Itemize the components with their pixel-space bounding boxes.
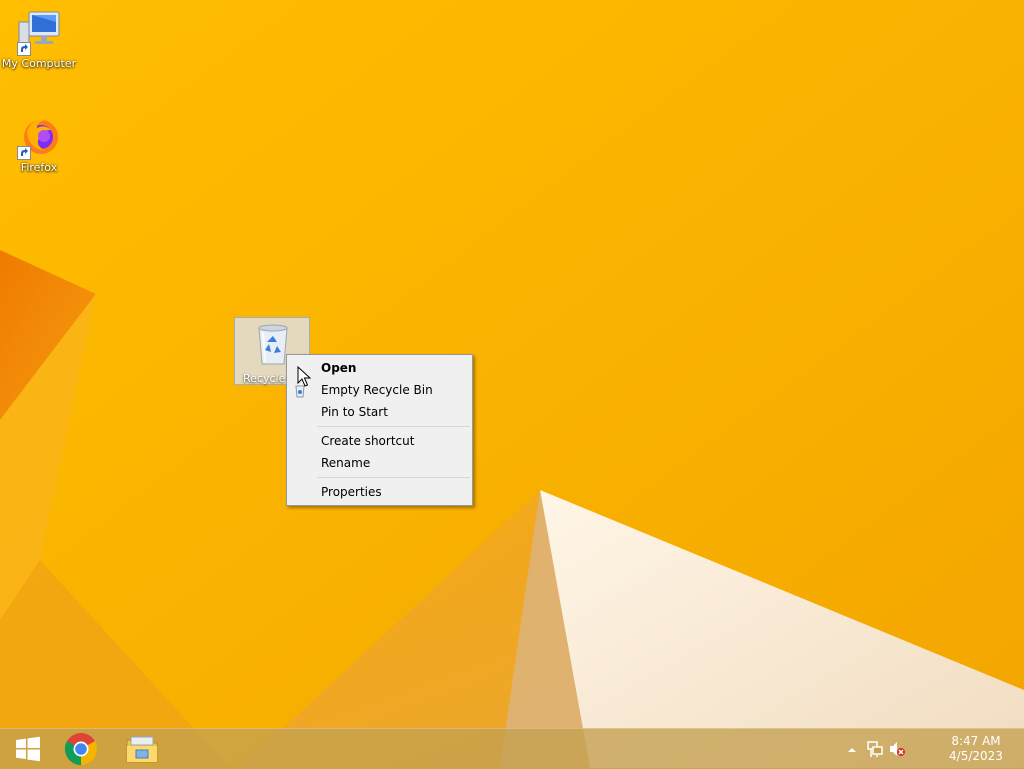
menu-item-label: Open xyxy=(321,361,357,375)
menu-item-label: Properties xyxy=(321,485,382,499)
system-tray: 8:47 AM 4/5/2023 xyxy=(844,729,1024,769)
firefox-icon xyxy=(15,112,63,160)
desktop-icon-label: Recycle xyxy=(243,372,286,385)
desktop-icon-label: Firefox xyxy=(20,161,58,174)
start-icon xyxy=(16,736,40,762)
desktop-icon-firefox[interactable]: Firefox xyxy=(1,112,77,174)
taskbar: 8:47 AM 4/5/2023 xyxy=(0,728,1024,769)
desktop-icon-my-computer[interactable]: My Computer xyxy=(1,8,77,70)
computer-icon xyxy=(15,8,63,56)
menu-item-properties[interactable]: Properties xyxy=(287,481,472,503)
file-explorer-icon xyxy=(126,736,158,763)
network-icon xyxy=(867,741,883,757)
desktop-icon-label: My Computer xyxy=(1,57,77,70)
clock-date: 4/5/2023 xyxy=(949,749,1003,763)
taskbar-chrome-button[interactable] xyxy=(53,729,109,769)
taskbar-file-explorer-button[interactable] xyxy=(114,729,170,769)
clock-time: 8:47 AM xyxy=(951,734,1001,748)
menu-item-label: Rename xyxy=(321,456,371,470)
context-menu: Open Empty Recycle Bin Pin to Start Crea… xyxy=(286,354,473,506)
chevron-up-icon xyxy=(848,748,856,752)
menu-item-label: Empty Recycle Bin xyxy=(321,383,433,397)
shortcut-arrow-icon xyxy=(17,42,31,56)
chrome-icon xyxy=(64,733,98,766)
menu-separator xyxy=(317,426,470,427)
volume-button[interactable] xyxy=(888,740,906,758)
network-button[interactable] xyxy=(866,740,884,758)
show-hidden-icons-button[interactable] xyxy=(844,742,862,760)
menu-separator xyxy=(317,477,470,478)
menu-item-create-shortcut[interactable]: Create shortcut xyxy=(287,430,472,452)
mouse-cursor-icon xyxy=(297,366,311,387)
taskbar-clock[interactable]: 8:47 AM 4/5/2023 xyxy=(948,734,1004,764)
menu-item-label: Create shortcut xyxy=(321,434,415,448)
shortcut-arrow-icon xyxy=(17,146,31,160)
menu-item-label: Pin to Start xyxy=(321,405,388,419)
menu-item-open[interactable]: Open xyxy=(287,357,472,379)
desktop-wallpaper xyxy=(0,0,1024,768)
volume-muted-icon xyxy=(890,742,905,756)
menu-item-pin-to-start[interactable]: Pin to Start xyxy=(287,401,472,423)
menu-item-empty-recycle-bin[interactable]: Empty Recycle Bin xyxy=(287,379,472,401)
menu-item-rename[interactable]: Rename xyxy=(287,452,472,474)
start-button[interactable] xyxy=(0,729,56,769)
